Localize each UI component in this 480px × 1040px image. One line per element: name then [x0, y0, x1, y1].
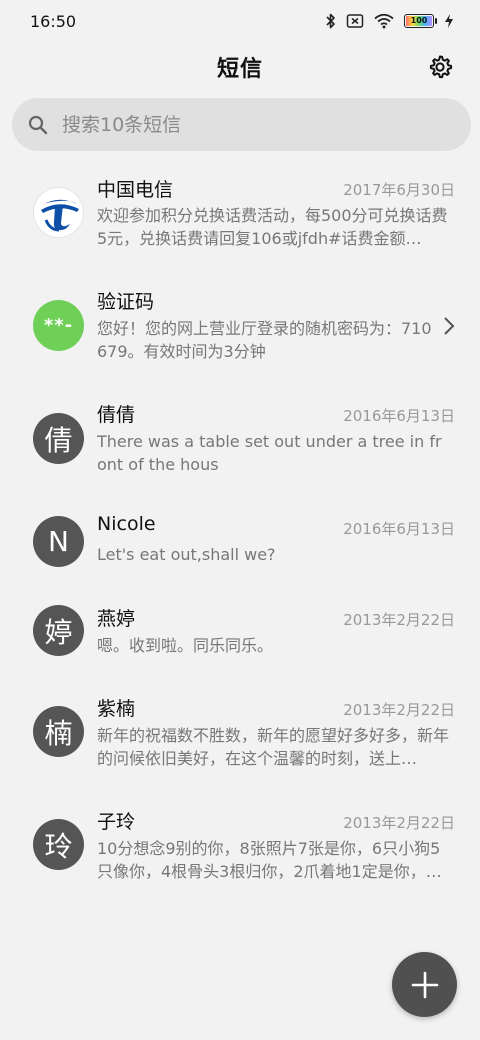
avatar: **- [33, 300, 84, 351]
app-header: 短信 [0, 42, 480, 92]
battery-icon: 100 [404, 14, 437, 28]
status-time: 16:50 [30, 11, 77, 31]
sender-name: 燕婷 [97, 608, 136, 630]
message-date: 2013年2月22日 [343, 611, 455, 629]
message-preview: Let's eat out,shall we? [97, 545, 276, 564]
avatar: 楠 [33, 706, 84, 757]
page-title: 短信 [216, 57, 263, 82]
search-icon [28, 115, 48, 134]
sender-name: 子玲 [97, 811, 136, 833]
sender-name: Nicole [97, 513, 156, 535]
list-item[interactable]: 中国电信 2017年6月30日 欢迎参加积分兑换话费活动，每500分可兑换话费5… [0, 160, 480, 260]
sender-name: 验证码 [97, 291, 155, 313]
chevron-right-icon [444, 317, 455, 335]
list-item[interactable]: N Nicole 2016年6月13日 Let's eat out,shall … [0, 499, 480, 599]
avatar: N [33, 516, 84, 567]
message-preview: 嗯。收到啦。同乐同乐。 [97, 636, 274, 655]
search-bar[interactable] [12, 98, 471, 151]
message-date: 2013年2月22日 [343, 814, 455, 832]
battery-level: 100 [406, 16, 432, 26]
message-preview: 新年的祝福数不胜数，新年的愿望好多好多，新年的问候依旧美好，在这个温馨的时刻，送… [97, 726, 449, 768]
list-item[interactable]: 婷 燕婷 2013年2月22日 嗯。收到啦。同乐同乐。 [0, 590, 480, 690]
message-date: 2017年6月30日 [343, 181, 455, 199]
new-message-button[interactable] [392, 952, 457, 1017]
message-preview: 欢迎参加积分兑换话费活动，每500分可兑换话费5元，兑换话费请回复106或jfd… [97, 206, 448, 248]
message-date: 2016年6月13日 [343, 407, 455, 425]
message-date: 2013年2月22日 [343, 701, 455, 719]
bluetooth-icon [326, 13, 335, 29]
list-item[interactable]: **- 验证码 您好！您的网上营业厅登录的随机密码为：710679。有效时间为3… [0, 273, 480, 373]
sender-name: 紫楠 [97, 698, 136, 720]
settings-button[interactable] [424, 51, 456, 83]
message-preview: 10分想念9别的你，8张照片7张是你，6只小狗5只像你，4根骨头3根归你，2爪着… [97, 839, 442, 881]
telecom-logo-icon [40, 199, 79, 231]
status-icons: 100 [326, 13, 454, 29]
message-date: 2016年6月13日 [343, 520, 455, 538]
avatar: 婷 [33, 605, 84, 656]
list-item[interactable]: 玲 子玲 2013年2月22日 10分想念9别的你，8张照片7张是你，6只小狗5… [0, 793, 480, 893]
charging-icon [445, 14, 453, 28]
sender-name: 倩倩 [97, 404, 136, 426]
message-preview: 您好！您的网上营业厅登录的随机密码为：710679。有效时间为3分钟 [97, 319, 432, 361]
sender-name: 中国电信 [97, 179, 174, 201]
avatar: 倩 [33, 413, 84, 464]
avatar [33, 187, 84, 238]
plus-icon [411, 971, 438, 998]
list-item[interactable]: 倩 倩倩 2016年6月13日 There was a table set ou… [0, 386, 480, 486]
search-input[interactable] [62, 113, 442, 136]
avatar: 玲 [33, 819, 84, 870]
status-bar: 16:50 100 [0, 0, 480, 42]
sim-icon [346, 14, 364, 28]
wifi-icon [374, 13, 394, 29]
gear-icon [429, 55, 453, 79]
list-item[interactable]: 楠 紫楠 2013年2月22日 新年的祝福数不胜数，新年的愿望好多好多，新年的问… [0, 680, 480, 780]
message-preview: There was a table set out under a tree i… [97, 432, 442, 474]
